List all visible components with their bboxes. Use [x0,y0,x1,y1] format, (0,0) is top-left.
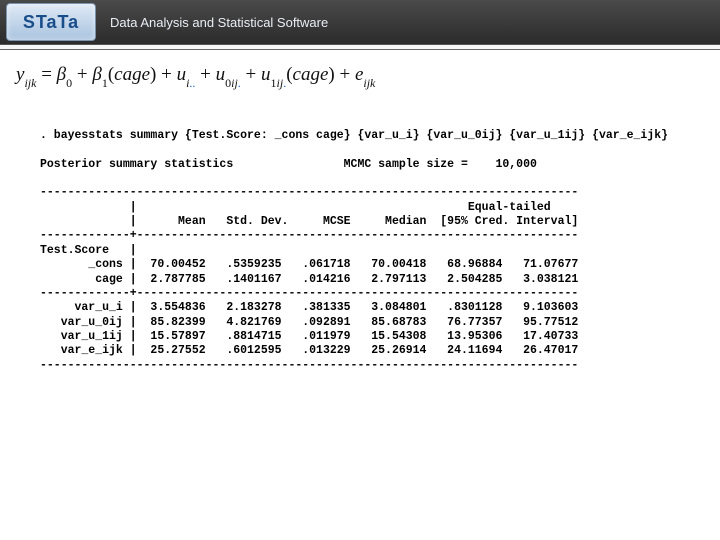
app-header: STaTa Data Analysis and Statistical Soft… [0,0,720,45]
model-equation: yijk = β0 + β1(cage) + ui.. + u0ij. + u1… [16,64,720,89]
output-block: . bayesstats summary {Test.Score: _cons … [40,129,704,373]
header-rule [0,45,720,50]
logo-text: STaTa [23,12,79,33]
stata-output: . bayesstats summary {Test.Score: _cons … [40,129,704,373]
stata-logo: STaTa [6,3,96,41]
tagline: Data Analysis and Statistical Software [110,15,328,30]
